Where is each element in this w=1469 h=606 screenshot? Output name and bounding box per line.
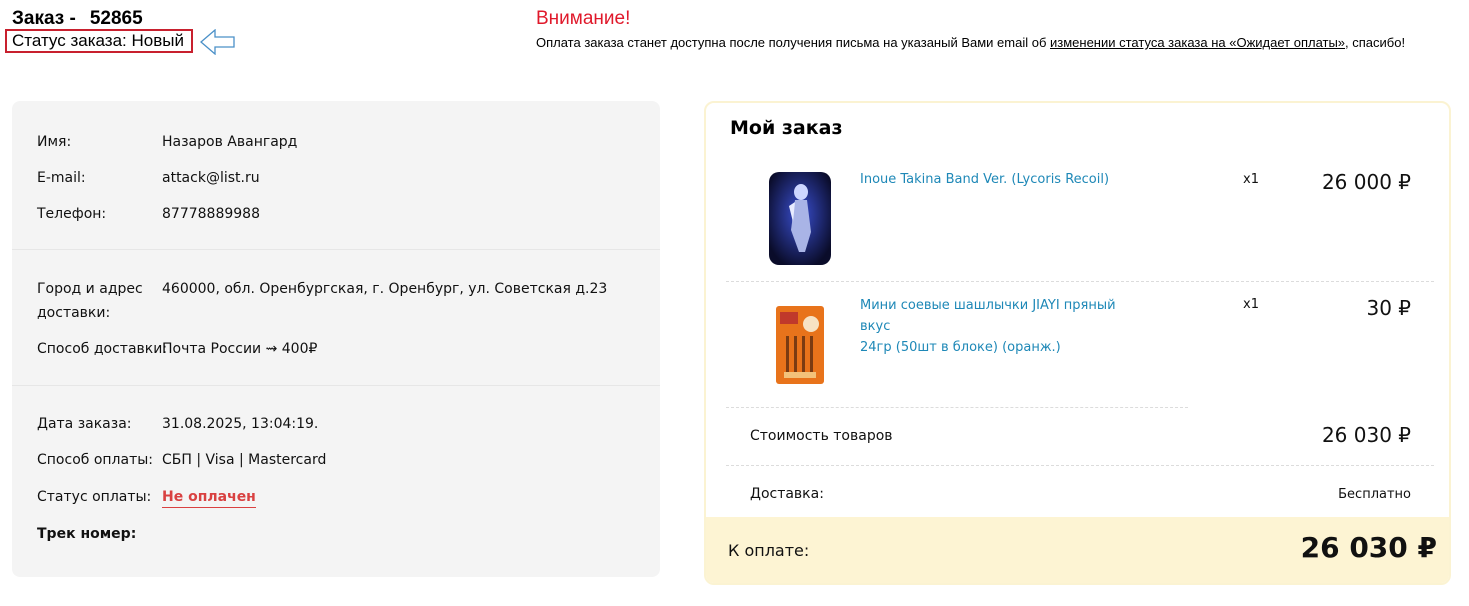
payment-method-value: СБП | Visa | Mastercard bbox=[162, 452, 327, 468]
order-summary-title: Мой заказ bbox=[730, 117, 843, 139]
product-price: 26 000 ₽ bbox=[1321, 170, 1411, 194]
order-label: Заказ - bbox=[12, 8, 76, 29]
name-value: Назаров Авангард bbox=[162, 134, 298, 150]
total-value: 26 030 ₽ bbox=[1300, 531, 1437, 564]
order-heading: Заказ - 52865 bbox=[12, 8, 143, 30]
order-date-label: Дата заказа: bbox=[37, 416, 132, 432]
payment-method-label: Способ оплаты: bbox=[37, 452, 154, 468]
divider bbox=[726, 281, 1434, 282]
divider bbox=[726, 407, 1188, 408]
address-label-line2: доставки: bbox=[37, 305, 111, 321]
product-quantity: x1 bbox=[1243, 172, 1259, 187]
address-label: Город и адрес доставки: bbox=[37, 277, 143, 325]
subtotal-label: Стоимость товаров bbox=[750, 428, 893, 444]
track-number-label: Трек номер: bbox=[37, 526, 137, 542]
email-value: attack@list.ru bbox=[162, 170, 260, 186]
shipping-value: Бесплатно bbox=[1338, 487, 1411, 502]
shipping-label: Доставка: bbox=[750, 486, 824, 502]
divider bbox=[726, 465, 1434, 466]
status-change-link[interactable]: изменении статуса заказа на «Ожидает опл… bbox=[1050, 35, 1345, 50]
product-name-line1[interactable]: Мини соевые шашлычки JIAYI пряный вкус bbox=[860, 298, 1116, 334]
customer-info-panel: Имя: Назаров Авангард E-mail: attack@lis… bbox=[12, 101, 660, 577]
order-status: Статус заказа: Новый bbox=[5, 29, 193, 53]
product-link[interactable]: Inoue Takina Band Ver. (Lycoris Recoil) bbox=[860, 169, 1150, 190]
phone-label: Телефон: bbox=[37, 206, 107, 222]
name-label: Имя: bbox=[37, 134, 72, 150]
phone-value: 87778889988 bbox=[162, 206, 260, 222]
product-name-line2[interactable]: 24гр (50шт в блоке) (оранж.) bbox=[860, 340, 1061, 355]
delivery-value: Почта России ⇝ 400₽ bbox=[162, 341, 318, 357]
unpaid-badge: Не оплачен bbox=[162, 489, 256, 508]
total-band: К оплате: 26 030 ₽ bbox=[706, 517, 1449, 583]
divider bbox=[12, 249, 660, 250]
product-image-figure[interactable] bbox=[769, 172, 831, 265]
order-summary-panel: Мой заказ Inoue Takina Band Ver. (Lycori… bbox=[704, 101, 1451, 585]
notice-text-before: Оплата заказа станет доступна после полу… bbox=[536, 35, 1050, 50]
product-quantity: x1 bbox=[1243, 297, 1259, 312]
notice-text-after: , спасибо! bbox=[1345, 35, 1406, 50]
payment-status-value: Не оплачен bbox=[162, 485, 256, 509]
subtotal-value: 26 030 ₽ bbox=[1321, 423, 1411, 447]
notice-title: Внимание! bbox=[536, 8, 631, 29]
product-price: 30 ₽ bbox=[1366, 296, 1411, 320]
arrow-left-icon bbox=[200, 29, 235, 55]
divider bbox=[12, 385, 660, 386]
address-value: 460000, обл. Оренбургская, г. Оренбург, … bbox=[162, 281, 608, 297]
email-label: E-mail: bbox=[37, 170, 86, 186]
product-image-snack[interactable] bbox=[774, 302, 828, 392]
total-label: К оплате: bbox=[728, 541, 810, 560]
order-number: 52865 bbox=[89, 8, 143, 29]
notice-text: Оплата заказа станет доступна после полу… bbox=[536, 35, 1405, 50]
order-date-value: 31.08.2025, 13:04:19. bbox=[162, 416, 319, 432]
delivery-label: Способ доставки: bbox=[37, 341, 168, 357]
payment-status-label: Статус оплаты: bbox=[37, 489, 152, 505]
product-link[interactable]: Мини соевые шашлычки JIAYI пряный вкус 2… bbox=[860, 295, 1150, 358]
address-label-line1: Город и адрес bbox=[37, 281, 143, 297]
